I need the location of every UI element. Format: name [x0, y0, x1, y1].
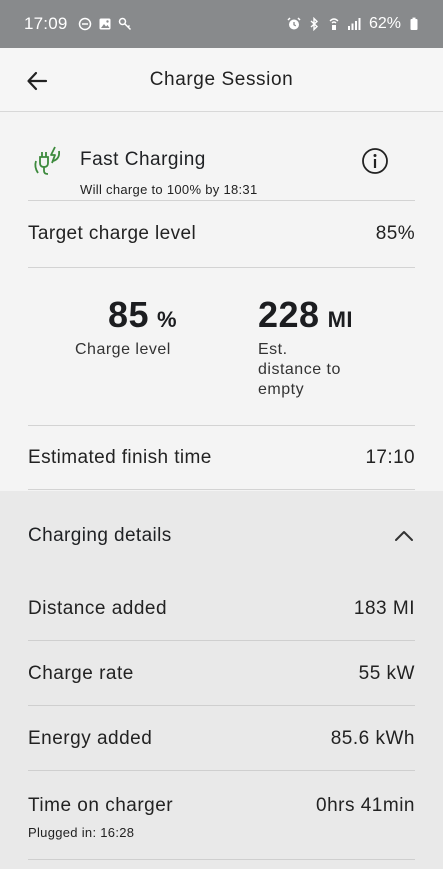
charge-level-stat: 85 % Charge level	[75, 294, 177, 360]
distance-added-value: 183 MI	[353, 598, 415, 619]
time-on-charger-row: Time on charger 0hrs 41min Plugged in: 1…	[28, 771, 415, 860]
fast-charging-plug-icon	[34, 146, 61, 175]
energy-added-value: 85.6 kWh	[330, 728, 415, 749]
charging-details-toggle[interactable]: Charging details	[28, 513, 415, 559]
app-bar: Charge Session	[0, 48, 443, 112]
charge-rate-row: Charge rate 55 kW	[28, 641, 415, 706]
charge-summary-panel: Fast Charging Will charge to 100% by 18:…	[0, 113, 443, 491]
key-icon	[118, 17, 132, 31]
alarm-icon	[287, 17, 301, 31]
finish-time-label: Estimated finish time	[28, 446, 212, 468]
back-arrow-icon	[27, 71, 48, 91]
charge-type-title: Fast Charging	[80, 149, 206, 170]
target-charge-row[interactable]: Target charge level 85%	[28, 201, 415, 268]
distance-unit: MI	[327, 307, 354, 332]
charge-stats: 85 % Charge level 228 MI Est. distance t…	[28, 268, 415, 426]
finish-time-row: Estimated finish time 17:10	[28, 426, 415, 490]
distance-label: Est. distance to empty	[258, 341, 341, 398]
gallery-icon	[98, 17, 112, 31]
energy-added-row: Energy added 85.6 kWh	[28, 706, 415, 771]
distance-value: 228	[258, 294, 320, 335]
time-on-charger-value: 0hrs 41min	[316, 795, 415, 816]
charging-details-section: Charging details Distance added 183 MI C…	[0, 491, 443, 869]
target-charge-value: 85%	[375, 223, 415, 244]
signal-icon	[347, 17, 361, 31]
target-charge-label: Target charge level	[28, 223, 197, 244]
distance-added-label: Distance added	[28, 598, 168, 619]
time-on-charger-label: Time on charger	[28, 795, 174, 816]
battery-percent: 62%	[368, 15, 401, 32]
plugged-in-time: Plugged in: 16:28	[28, 825, 135, 840]
charge-level-value: 85	[108, 294, 150, 335]
page-title: Charge Session	[149, 68, 294, 90]
back-button[interactable]	[22, 66, 52, 96]
charge-type-subtitle: Will charge to 100% by 18:31	[80, 182, 258, 197]
bluetooth-icon	[307, 17, 321, 31]
distance-added-row: Distance added 183 MI	[28, 576, 415, 641]
charge-type-section: Fast Charging Will charge to 100% by 18:…	[28, 129, 415, 201]
finish-time-value: 17:10	[365, 446, 415, 468]
wifi-calling-icon	[327, 17, 341, 31]
status-time: 17:09	[24, 14, 68, 33]
charge-rate-label: Charge rate	[28, 663, 134, 684]
do-not-disturb-icon	[78, 17, 92, 31]
status-bar: 17:09 62%	[0, 0, 443, 48]
distance-stat: 228 MI Est. distance to empty	[258, 294, 353, 400]
energy-added-label: Energy added	[28, 728, 153, 749]
charging-details-title: Charging details	[28, 525, 172, 546]
charge-level-label: Charge level	[75, 341, 171, 358]
charge-level-unit: %	[157, 307, 178, 332]
battery-icon	[407, 17, 421, 31]
chevron-up-icon	[395, 531, 413, 541]
info-icon[interactable]	[361, 147, 389, 175]
charge-rate-value: 55 kW	[358, 663, 415, 684]
